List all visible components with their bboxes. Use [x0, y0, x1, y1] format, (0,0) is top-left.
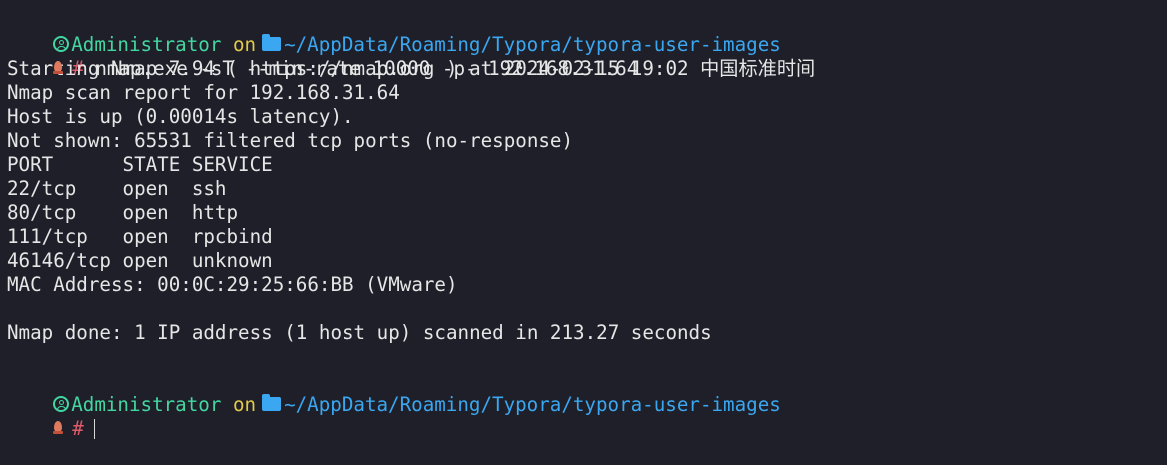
- output-not-shown: Not shown: 65531 filtered tcp ports (no-…: [7, 129, 574, 152]
- prompt-username: Administrator: [71, 33, 222, 56]
- folder-icon: [262, 393, 282, 411]
- port-row: 80/tcp open http: [7, 201, 239, 224]
- prompt-hash: #: [72, 417, 84, 440]
- output-mac-address: MAC Address: 00:0C:29:25:66:BB (VMware): [7, 273, 458, 296]
- flame-icon: [53, 421, 64, 434]
- port-table-header: PORT STATE SERVICE: [7, 153, 273, 176]
- output-starting: Starting Nmap 7.94 ( https://nmap.org ) …: [7, 57, 816, 80]
- prompt-path: ~/AppData/Roaming/Typora/typora-user-ima…: [284, 393, 781, 416]
- folder-icon: [262, 33, 282, 51]
- prompt-path: ~/AppData/Roaming/Typora/typora-user-ima…: [284, 33, 781, 56]
- prompt-username: Administrator: [71, 393, 222, 416]
- prompt-on-label: on: [232, 33, 257, 56]
- port-row: 111/tcp open rpcbind: [7, 225, 273, 248]
- prompt-line: Administrator on ~/AppData/Roaming/Typora…: [7, 369, 1167, 416]
- output-host-up: Host is up (0.00014s latency).: [7, 105, 354, 128]
- output-report: Nmap scan report for 192.168.31.64: [7, 81, 400, 104]
- prompt-line: Administrator on ~/AppData/Roaming/Typora…: [7, 9, 1167, 56]
- text-cursor[interactable]: [93, 418, 96, 439]
- terminal-window[interactable]: Administrator on ~/AppData/Roaming/Typora…: [7, 9, 1167, 440]
- prompt-on-label: on: [232, 393, 257, 416]
- port-row: 22/tcp open ssh: [7, 177, 227, 200]
- user-circle-icon: [53, 395, 70, 412]
- port-row: 46146/tcp open unknown: [7, 249, 273, 272]
- output-done: Nmap done: 1 IP address (1 host up) scan…: [7, 321, 712, 344]
- user-circle-icon: [53, 35, 70, 52]
- flame-icon: [53, 61, 64, 74]
